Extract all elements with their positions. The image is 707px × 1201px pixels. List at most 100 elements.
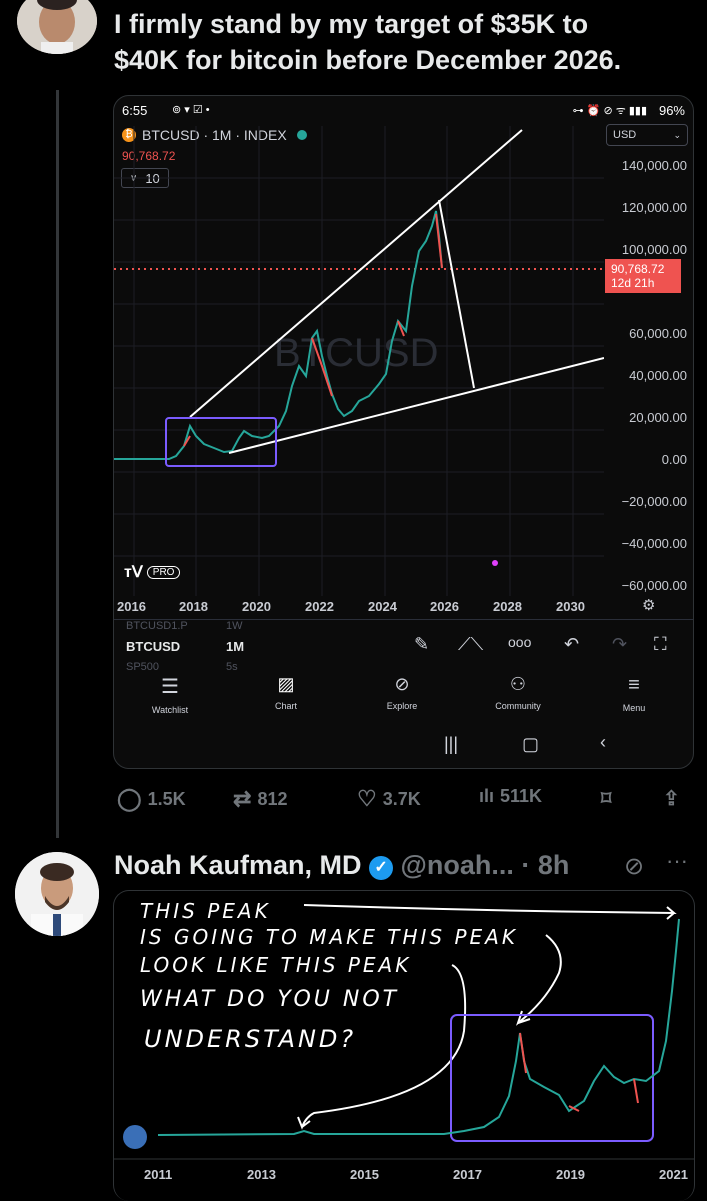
- redo-icon[interactable]: ↷: [612, 634, 627, 655]
- watch-partial-bottom-symbol: SP500: [126, 661, 160, 673]
- y-tick-60k: 60,000.00: [629, 326, 687, 341]
- views-icon: ılı: [479, 786, 495, 806]
- repost-count: 812: [257, 788, 288, 809]
- price-tag-countdown: 12d 21h: [611, 276, 655, 290]
- watch-partial-top-symbol: BTCUSD1.P: [126, 620, 188, 632]
- reply-button[interactable]: ◯ 1.5K: [117, 786, 186, 812]
- note-line-5: UNDERSTAND?: [144, 1025, 357, 1053]
- y-tick-140k: 140,000.00: [621, 158, 687, 173]
- note-line-2: IS GOING TO MAKE THIS PEAK: [140, 925, 518, 949]
- btc-red-candles: [183, 213, 443, 447]
- android-nav-bar: ||| ▢ ‹: [114, 732, 693, 762]
- x-tick-2030: 2030: [556, 599, 585, 614]
- x-tick-2017: 2017: [453, 1167, 482, 1182]
- attached-image-2[interactable]: THIS PEAK IS GOING TO MAKE THIS PEAK LOO…: [113, 890, 695, 1201]
- tradingview-mini-logo: [123, 1125, 147, 1149]
- tradingview-logo: ᴛᐯ PRO: [124, 562, 181, 582]
- nav-label-watchlist: Watchlist: [151, 705, 189, 715]
- btc-history-red: [519, 1032, 639, 1112]
- watchlist-partial-bottom: SP500 5s: [126, 661, 238, 673]
- watch-row-symbol: BTCUSD: [126, 639, 181, 654]
- chart-divider: [114, 619, 693, 620]
- tweet-text-line-2: $40K for bitcoin before December 2026.: [114, 45, 622, 75]
- fullscreen-icon[interactable]: ⛶: [654, 634, 667, 655]
- tweet-time: · 8h: [521, 850, 570, 880]
- arrow-to-latest-peak: [303, 904, 677, 920]
- bookmark-button[interactable]: ⌑: [601, 786, 611, 811]
- author-name[interactable]: Noah Kaufman, MD: [114, 850, 362, 880]
- tweet2-header: Noah Kaufman, MD ✓ @noah... · 8h: [114, 850, 569, 881]
- drawing-toolbar: ✎ ⟋⟍ ooo ↶ ↷ ⛶: [414, 634, 684, 658]
- repost-icon: ⇄: [233, 786, 252, 811]
- nav-menu[interactable]: ≡ Menu: [594, 674, 674, 720]
- nav-label-menu: Menu: [622, 703, 646, 713]
- nav-community[interactable]: ⚇ Community: [478, 674, 558, 720]
- view-count: 511K: [500, 786, 543, 806]
- chart-icon: ▨: [277, 674, 295, 694]
- like-button[interactable]: ♡ 3.7K: [357, 786, 421, 812]
- drop-projection-line: [438, 199, 475, 389]
- marker-dot: [492, 560, 498, 566]
- price-chart[interactable]: BTCUSD: [114, 126, 604, 596]
- author-handle[interactable]: @noah...: [401, 850, 514, 880]
- y-tick-neg60k: −60,000.00: [621, 578, 687, 593]
- note-line-1: THIS PEAK: [140, 899, 271, 923]
- tweet-text: I firmly stand by my target of $35K to $…: [114, 6, 694, 78]
- share-button[interactable]: ⇪: [663, 786, 680, 811]
- nav-explore[interactable]: ⊘ Explore: [362, 674, 442, 720]
- x-tick-2022: 2022: [305, 599, 334, 614]
- reply-count: 1.5K: [147, 788, 186, 809]
- grok-icon[interactable]: ⊘: [624, 852, 644, 881]
- current-price-tag: 90,768.72 12d 21h: [605, 259, 681, 293]
- y-tick-neg20k: −20,000.00: [621, 494, 687, 509]
- trend-tool-icon[interactable]: ⟋⟍: [458, 634, 483, 655]
- currency-select[interactable]: USD ⌄: [606, 124, 688, 146]
- nav-watchlist[interactable]: ☰ Watchlist: [130, 674, 210, 720]
- home-icon[interactable]: ▢: [522, 734, 539, 755]
- x-tick-2020: 2020: [242, 599, 271, 614]
- settings-gear-icon[interactable]: ⚙: [642, 596, 655, 614]
- x-tick-2016: 2016: [117, 599, 146, 614]
- nav-chart[interactable]: ▨ Chart: [246, 674, 326, 720]
- watchlist-row[interactable]: BTCUSD 1M: [126, 639, 244, 654]
- bookmark-icon: ⌑: [601, 788, 612, 810]
- people-icon: ⚇: [509, 674, 527, 694]
- author-avatar-2[interactable]: [15, 852, 99, 936]
- x-tick-2018: 2018: [179, 599, 208, 614]
- battery-level: 96%: [658, 103, 685, 118]
- nav-label-chart: Chart: [274, 701, 297, 711]
- avatar-image: [17, 0, 97, 54]
- watch-partial-bottom-interval: 5s: [226, 661, 238, 673]
- undo-icon[interactable]: ↶: [564, 634, 579, 655]
- more-tools-icon[interactable]: ooo: [508, 634, 531, 650]
- x-tick-2015: 2015: [350, 1167, 379, 1182]
- author-avatar[interactable]: [17, 0, 97, 54]
- repost-button[interactable]: ⇄ 812: [233, 786, 287, 812]
- y-tick-120k: 120,000.00: [621, 200, 687, 215]
- pencil-icon[interactable]: ✎: [414, 634, 429, 655]
- more-options-icon[interactable]: ···: [666, 848, 688, 874]
- signal-icons: ⊶ ⏰ ⊘ ᯤ ▮▮▮: [572, 105, 647, 117]
- hamburger-icon: ≡: [628, 674, 640, 696]
- y-tick-40k: 40,000.00: [629, 368, 687, 383]
- compass-icon: ⊘: [394, 674, 410, 694]
- reply-icon: ◯: [117, 786, 142, 811]
- currency-value: USD: [613, 129, 637, 141]
- views-button[interactable]: ılı 511K: [479, 786, 542, 807]
- list-icon: ☰: [161, 676, 179, 698]
- recents-icon[interactable]: |||: [444, 734, 458, 755]
- nav-label-community: Community: [495, 701, 541, 711]
- x-tick-2011: 2011: [144, 1167, 173, 1182]
- verified-badge-icon: ✓: [369, 856, 394, 880]
- status-bar: 6:55 ⊚ ▾ ☑ • ⊶ ⏰ ⊘ ᯤ ▮▮▮ 96%: [122, 103, 685, 119]
- bottom-nav: ☰ Watchlist ▨ Chart ⊘ Explore ⚇ Communit…: [114, 674, 693, 724]
- status-time: 6:55: [122, 103, 148, 118]
- like-count: 3.7K: [382, 788, 421, 809]
- y-tick-neg40k: −40,000.00: [621, 536, 687, 551]
- share-icon: ⇪: [663, 788, 680, 810]
- attached-screenshot[interactable]: 6:55 ⊚ ▾ ☑ • ⊶ ⏰ ⊘ ᯤ ▮▮▮ 96% ₿ BTCUSD · …: [113, 95, 694, 769]
- note-line-4: WHAT DO YOU NOT: [140, 987, 400, 1012]
- back-icon[interactable]: ‹: [600, 732, 606, 753]
- heart-icon: ♡: [357, 786, 377, 811]
- note-line-3: LOOK LIKE THIS PEAK: [140, 953, 412, 977]
